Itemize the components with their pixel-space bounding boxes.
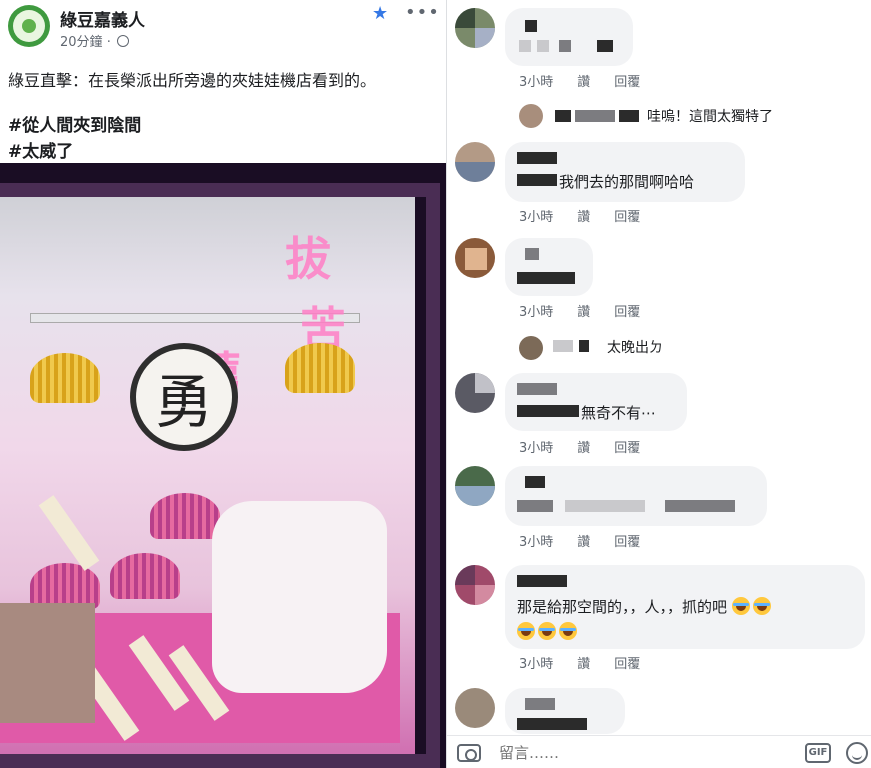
reply-link[interactable]: 回覆 [614, 305, 640, 320]
comment-time[interactable]: 3小時 [519, 535, 553, 550]
comments-panel: 3小時讚回覆 哇嗚！這間太獨特了 我們去的那間啊哈哈 3小時讚回覆 3小時讚 回… [447, 0, 871, 768]
comment-bubble [505, 688, 625, 734]
comment-actions: 3小時 讚 回覆 [519, 206, 664, 225]
commenter-avatar[interactable] [455, 466, 495, 506]
comment-author[interactable] [517, 152, 557, 164]
post-time-text: 20分鐘 [60, 35, 103, 50]
paper-fan [30, 353, 100, 403]
paper-offering [110, 553, 180, 599]
reply-text: 太晚出ㄉ [607, 340, 663, 356]
reply-link[interactable]: 回覆 [614, 210, 640, 225]
reply-link[interactable]: 回覆 [614, 535, 640, 550]
laugh-tears-icon [731, 597, 750, 615]
comment-actions: 3小時 讚 回覆 [519, 653, 664, 672]
like-link[interactable]: 讚 [577, 657, 590, 672]
commenter-avatar[interactable] [455, 8, 495, 48]
comment-bubble [505, 466, 767, 526]
post-photo[interactable]: 拔 苦 薦 勇 [0, 163, 447, 768]
more-options-icon[interactable]: ••• [405, 2, 440, 23]
comment-actions: 3小時 讚 回覆 [519, 531, 664, 550]
comment-composer: GIF [447, 735, 871, 768]
page-name[interactable]: 綠豆嘉義人 [60, 6, 145, 31]
blurred-person [0, 603, 95, 723]
laugh-tears-icon [559, 622, 577, 640]
comment-text: 無奇不有⋯ [581, 404, 657, 422]
page-logo-icon [22, 19, 36, 33]
commenter-avatar[interactable] [455, 688, 495, 728]
comment-text: 我們去的那間啊哈哈 [559, 173, 695, 191]
comment-bubble: 我們去的那間啊哈哈 [505, 142, 745, 202]
post-body: 綠豆直擊：在長榮派出所旁邊的夾娃娃機店看到的。 [8, 71, 377, 90]
comment-emoji-row [517, 622, 580, 641]
post-timestamp[interactable]: 20分鐘 · [60, 31, 129, 50]
comment-time[interactable]: 3小時 [519, 210, 553, 225]
camera-icon[interactable] [457, 744, 481, 762]
comment-author[interactable] [525, 476, 545, 488]
like-link[interactable]: 讚 [577, 305, 590, 320]
laugh-tears-icon [538, 622, 556, 640]
comment-bubble [505, 238, 593, 296]
comment-time[interactable]: 3小時 [519, 305, 553, 320]
like-link[interactable]: 讚 [577, 210, 590, 225]
star-icon[interactable]: ★ [372, 3, 388, 24]
post-card: 綠豆嘉義人 20分鐘 · ★ ••• 綠豆直擊：在長榮派出所旁邊的夾娃娃機店看到… [0, 0, 447, 768]
commenter-avatar[interactable] [455, 142, 495, 182]
comment-author[interactable] [525, 698, 555, 710]
time-separator: · [106, 35, 111, 50]
comment-author[interactable] [525, 20, 537, 32]
like-link[interactable]: 讚 [577, 535, 590, 550]
reply-link[interactable]: 回覆 [614, 75, 640, 90]
comment-author[interactable] [517, 575, 567, 587]
comment-text: 那是給那空間的，，人，，抓的吧 [517, 596, 774, 617]
comment-bubble [505, 8, 633, 66]
reply-link[interactable]: 回覆 [614, 657, 640, 672]
like-link[interactable]: 讚 [577, 441, 590, 456]
commenter-avatar[interactable] [455, 373, 495, 413]
reply-link[interactable]: 回覆 [614, 441, 640, 456]
comment-actions: 3小時 讚 回覆 [519, 71, 664, 90]
reply-author[interactable] [553, 340, 573, 352]
globe-icon [116, 35, 129, 47]
page-avatar[interactable] [8, 5, 50, 47]
comment-author[interactable] [517, 383, 557, 395]
laugh-tears-icon [517, 622, 535, 640]
handwritten-note [212, 501, 387, 693]
reply-avatar[interactable] [519, 104, 543, 128]
commenter-avatar[interactable] [455, 565, 495, 605]
commenter-avatar[interactable] [455, 238, 495, 278]
emoji-icon[interactable] [846, 742, 868, 764]
comment-input[interactable] [499, 740, 789, 766]
comment-time[interactable]: 3小時 [519, 441, 553, 456]
hashtag-1[interactable]: #從人間夾到陰間 [8, 111, 141, 136]
neon-decoration: 拔 [285, 232, 331, 286]
reply-text: 哇嗚！這間太獨特了 [647, 109, 773, 125]
comment-bubble: 那是給那空間的，，人，，抓的吧 [505, 565, 865, 649]
like-link[interactable]: 讚 [577, 75, 590, 90]
paper-fan [285, 343, 355, 393]
comment-author[interactable] [525, 248, 539, 260]
hashtag-2[interactable]: #太威了 [8, 137, 73, 162]
courage-medal: 勇 [130, 343, 238, 451]
comment-time[interactable]: 3小時 [519, 657, 553, 672]
gif-icon[interactable]: GIF [805, 743, 831, 763]
comment-time[interactable]: 3小時 [519, 75, 553, 90]
comment-actions: 3小時 讚 回覆 [519, 437, 664, 456]
reply-author[interactable] [555, 110, 571, 122]
reply-avatar[interactable] [519, 336, 543, 360]
paper-offering [150, 493, 220, 539]
comment-bubble: 無奇不有⋯ [505, 373, 687, 431]
laugh-tears-icon [752, 597, 771, 615]
comment-actions: 3小時 讚 回覆 [519, 301, 664, 320]
facebook-post-view: 綠豆嘉義人 20分鐘 · ★ ••• 綠豆直擊：在長榮派出所旁邊的夾娃娃機店看到… [0, 0, 871, 768]
